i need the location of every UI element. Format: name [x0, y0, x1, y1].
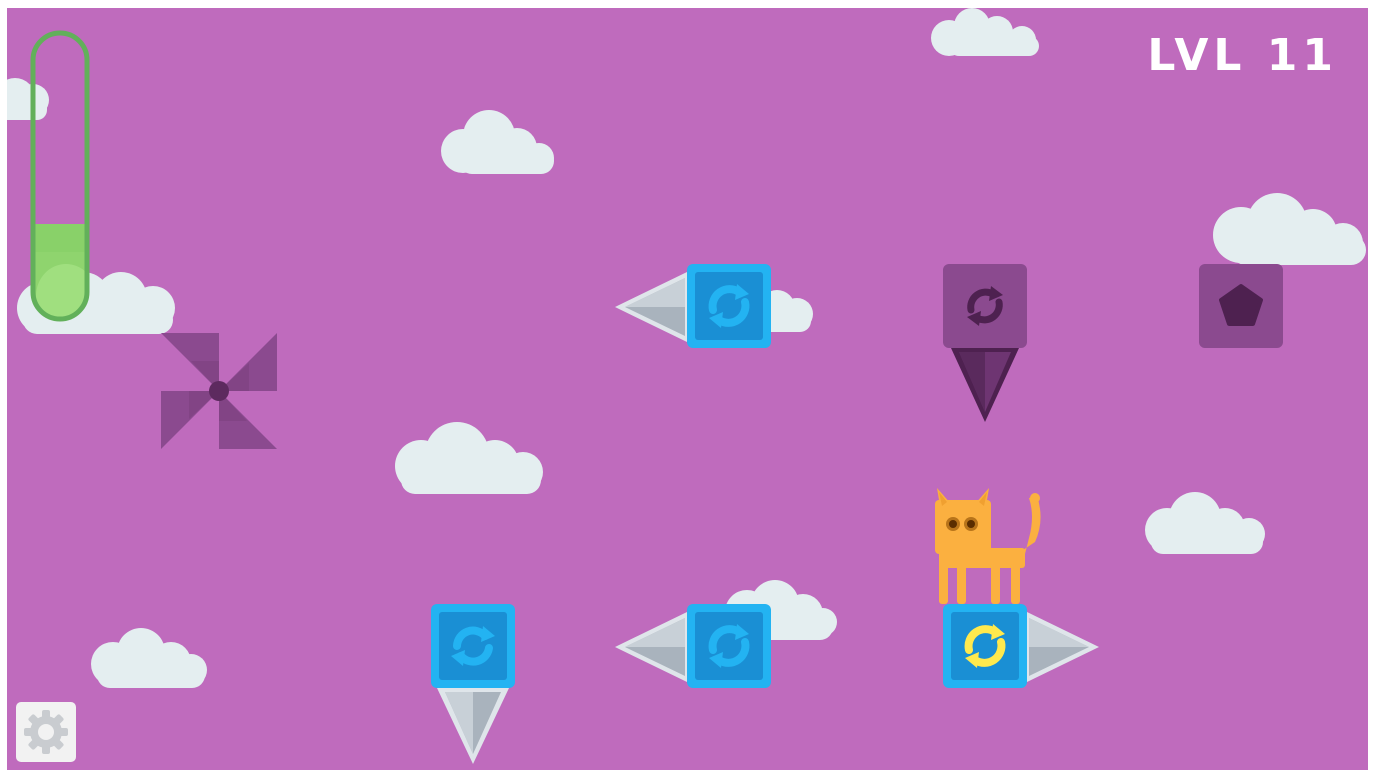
rotate-arrows-icon — [708, 284, 750, 328]
spike-down — [437, 688, 509, 766]
rotate-arrows-icon — [708, 624, 750, 668]
power-meter — [28, 28, 92, 324]
cloud — [439, 106, 564, 181]
rotate-arrows-icon — [451, 626, 495, 666]
game-stage[interactable]: LVL 11 — [7, 8, 1368, 770]
rotate-block[interactable] — [431, 604, 515, 688]
rotate-arrows-icon — [967, 286, 1003, 326]
cloud — [1211, 193, 1368, 271]
pentagon-icon — [1219, 284, 1263, 326]
rotate-arrows-icon — [964, 624, 1006, 668]
cloud — [1141, 490, 1269, 560]
rotate-block[interactable] — [687, 264, 771, 348]
spike-right — [1027, 610, 1101, 684]
spike-left — [613, 270, 687, 344]
cloud — [391, 420, 549, 498]
rotate-block[interactable] — [687, 604, 771, 688]
pinwheel-icon — [161, 333, 277, 453]
cloud — [89, 622, 211, 692]
gear-icon — [24, 710, 68, 754]
level-label: LVL 11 — [1147, 30, 1338, 81]
cat-icon[interactable] — [931, 482, 1043, 612]
cloud — [927, 8, 1052, 60]
rotate-block-active[interactable] — [943, 604, 1027, 688]
spike-down — [949, 348, 1021, 424]
spike-left — [613, 610, 687, 684]
goal-block[interactable] — [1199, 264, 1283, 348]
rotate-block-inactive[interactable] — [943, 264, 1027, 348]
settings-button[interactable] — [16, 702, 76, 762]
